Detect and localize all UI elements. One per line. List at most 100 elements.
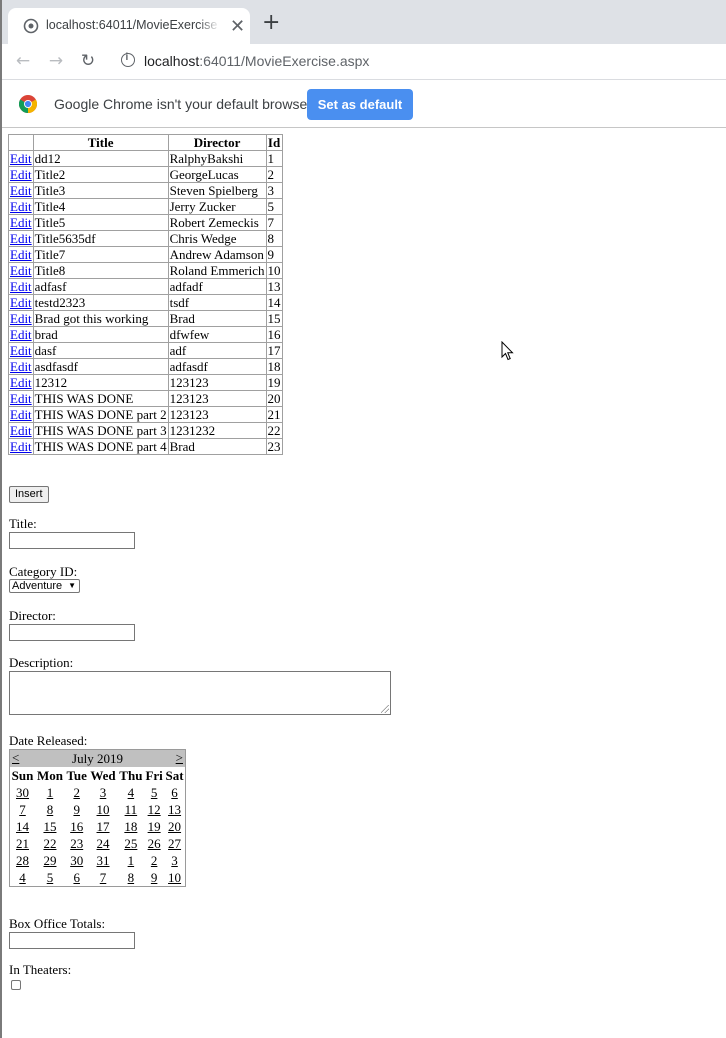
calendar-day-link[interactable]: 8 [47,802,54,817]
edit-link[interactable]: Edit [10,359,32,374]
calendar-day-link[interactable]: 1 [47,785,54,800]
forward-arrow-icon[interactable]: → [45,50,67,72]
grid-cell-director: Robert Zemeckis [167,214,267,231]
calendar-day-link[interactable]: 3 [171,853,178,868]
resize-grip-icon[interactable] [381,705,389,713]
calendar-day-link[interactable]: 6 [73,870,80,885]
edit-link[interactable]: Edit [10,375,32,390]
edit-link[interactable]: Edit [10,263,32,278]
calendar-day-link[interactable]: 5 [151,785,158,800]
category-select[interactable]: Adventure ▼ [9,579,80,593]
calendar-day-link[interactable]: 20 [168,819,181,834]
address-bar[interactable]: localhost:64011/MovieExercise.aspx [144,53,369,69]
calendar-day-link[interactable]: 1 [128,853,135,868]
edit-link[interactable]: Edit [10,183,32,198]
grid-cell-director: Andrew Adamson [167,246,267,263]
close-icon[interactable]: ✕ [230,17,245,35]
reload-icon[interactable]: ↻ [77,50,99,72]
edit-link[interactable]: Edit [10,439,32,454]
calendar-day-link[interactable]: 10 [168,870,181,885]
calendar-day-link[interactable]: 6 [171,785,178,800]
grid-row: Edit Brad got this working Brad 15 [8,310,283,327]
grid-cell-id: 16 [265,326,283,343]
box-office-input[interactable] [9,932,135,949]
url-path: :64011/MovieExercise.aspx [199,53,370,69]
calendar-day-link[interactable]: 30 [16,785,29,800]
title-input[interactable] [9,532,135,549]
calendar-week-row: 28 29 30 31 1 2 3 [10,852,186,869]
grid-cell-title: Title5 [32,214,169,231]
calendar-day-link[interactable]: 31 [97,853,110,868]
calendar-day-link[interactable]: 10 [97,802,110,817]
calendar-day-link[interactable]: 26 [148,836,161,851]
calendar-day-link[interactable]: 16 [70,819,83,834]
edit-cell: Edit [8,342,34,359]
description-textarea[interactable] [9,671,391,715]
edit-link[interactable]: Edit [10,423,32,438]
grid-cell-id: 2 [265,166,283,183]
set-as-default-button[interactable]: Set as default [307,89,413,120]
grid-row: Edit Title8 Roland Emmerich 10 [8,262,283,279]
calendar-day-link[interactable]: 4 [128,785,135,800]
edit-link[interactable]: Edit [10,231,32,246]
insert-button[interactable]: Insert [9,486,49,503]
grid-cell-director: adfadf [167,278,267,295]
back-arrow-icon[interactable]: ← [12,50,34,72]
new-tab-button[interactable]: + [262,12,280,34]
edit-link[interactable]: Edit [10,407,32,422]
grid-cell-director: GeorgeLucas [167,166,267,183]
edit-link[interactable]: Edit [10,327,32,342]
calendar-day-link[interactable]: 5 [47,870,54,885]
edit-link[interactable]: Edit [10,199,32,214]
calendar-day-link[interactable]: 25 [124,836,137,851]
grid-cell-title: Title3 [32,182,169,199]
edit-link[interactable]: Edit [10,215,32,230]
grid-cell-id: 21 [265,406,283,423]
next-month-link[interactable]: > [176,750,183,766]
calendar-day-cell: 3 [164,852,185,869]
calendar-day-link[interactable]: 13 [168,802,181,817]
calendar-day-link[interactable]: 22 [43,836,56,851]
calendar-day-link[interactable]: 7 [100,870,107,885]
calendar-day-link[interactable]: 2 [73,785,80,800]
calendar-day-link[interactable]: 9 [151,870,158,885]
edit-cell: Edit [8,278,34,295]
edit-link[interactable]: Edit [10,311,32,326]
calendar-day-link[interactable]: 27 [168,836,181,851]
edit-link[interactable]: Edit [10,167,32,182]
calendar-day-link[interactable]: 28 [16,853,29,868]
calendar-day-link[interactable]: 12 [148,802,161,817]
calendar-day-link[interactable]: 14 [16,819,29,834]
edit-link[interactable]: Edit [10,295,32,310]
calendar-day-link[interactable]: 4 [19,870,26,885]
edit-cell: Edit [8,358,34,375]
calendar-day-link[interactable]: 29 [43,853,56,868]
calendar-day-link[interactable]: 15 [43,819,56,834]
edit-link[interactable]: Edit [10,279,32,294]
calendar-day-cell: 2 [144,852,164,869]
calendar-day-link[interactable]: 18 [124,819,137,834]
edit-link[interactable]: Edit [10,391,32,406]
browser-tab[interactable]: localhost:64011/MovieExercise.aspx ✕ [8,8,250,44]
calendar-day-link[interactable]: 2 [151,853,158,868]
calendar-day-link[interactable]: 3 [100,785,107,800]
director-input[interactable] [9,624,135,641]
calendar-day-link[interactable]: 21 [16,836,29,851]
info-icon[interactable]: i [121,52,135,67]
edit-link[interactable]: Edit [10,247,32,262]
calendar-day-link[interactable]: 11 [125,802,138,817]
calendar-day-link[interactable]: 8 [128,870,135,885]
in-theaters-checkbox[interactable] [11,980,21,990]
calendar-day-link[interactable]: 23 [70,836,83,851]
edit-link[interactable]: Edit [10,343,32,358]
calendar-day-link[interactable]: 9 [73,802,80,817]
calendar-day-cell: 14 [10,818,36,835]
calendar-day-cell: 5 [35,869,65,887]
calendar-day-link[interactable]: 17 [97,819,110,834]
prev-month-link[interactable]: < [12,750,19,766]
calendar-day-link[interactable]: 19 [148,819,161,834]
edit-link[interactable]: Edit [10,151,32,166]
calendar-day-link[interactable]: 24 [97,836,110,851]
calendar-day-link[interactable]: 7 [19,802,26,817]
calendar-day-link[interactable]: 30 [70,853,83,868]
